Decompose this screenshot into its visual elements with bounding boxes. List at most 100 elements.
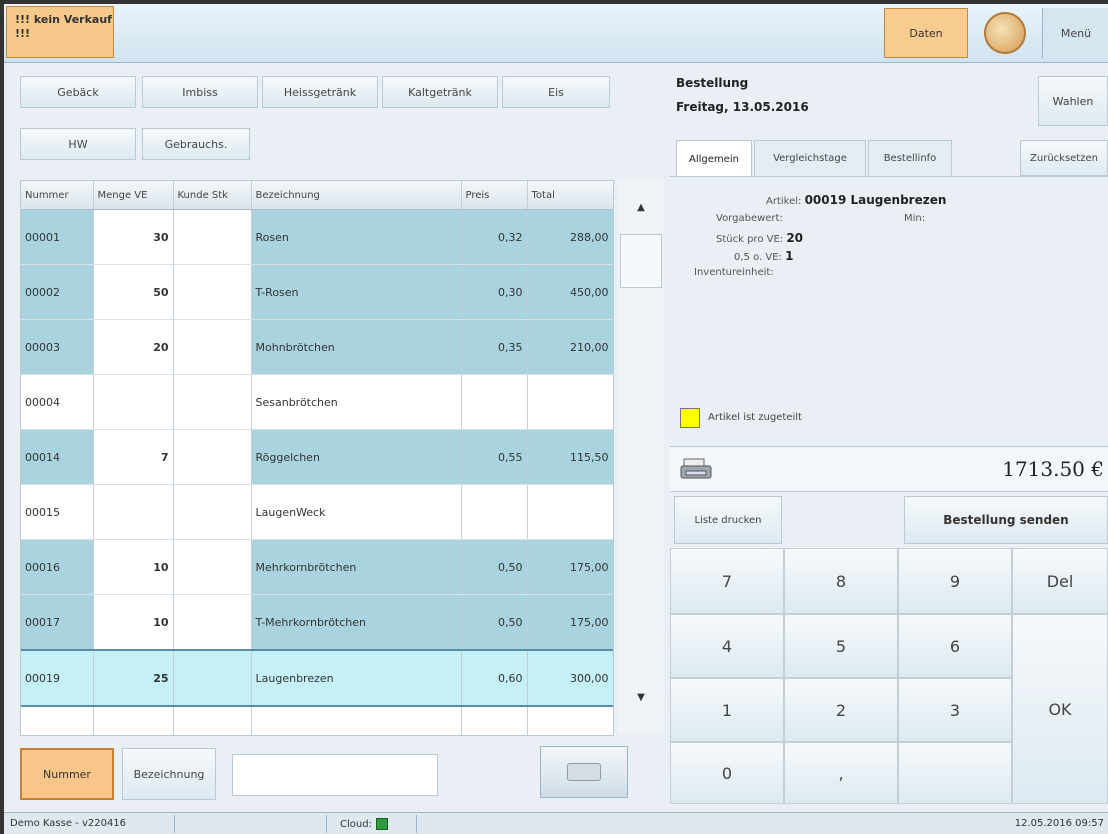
key-0[interactable]: 0: [670, 742, 784, 804]
cell-bezeichnung: [251, 706, 462, 735]
cell-menge-ve[interactable]: 25: [93, 649, 174, 707]
category-gebaeck-button[interactable]: Gebäck: [20, 76, 136, 108]
table-row[interactable]: 00016 10 Mehrkornbrötchen 0,50 175,00: [21, 539, 613, 595]
category-heissgetraenk-button[interactable]: Heissgetränk: [262, 76, 378, 108]
cell-total: 300,00: [527, 649, 613, 707]
scroll-down-icon[interactable]: ▼: [618, 692, 664, 703]
cell-total: 175,00: [527, 539, 613, 595]
cell-menge-ve[interactable]: 7: [93, 429, 174, 485]
order-pane: Bestellung Freitag, 13.05.2016 Wahlen Al…: [670, 70, 1108, 804]
cell-kunde-stk[interactable]: [173, 264, 252, 320]
daten-button[interactable]: Daten: [884, 8, 968, 58]
cell-kunde-stk[interactable]: [173, 649, 252, 707]
col-menge-ve[interactable]: Menge VE: [93, 181, 174, 210]
table-row[interactable]: 00014 7 Röggelchen 0,55 115,50: [21, 429, 613, 485]
key-8[interactable]: 8: [784, 548, 898, 614]
key-5[interactable]: 5: [784, 614, 898, 678]
table-row[interactable]: 00015 LaugenWeck: [21, 484, 613, 540]
cell-menge-ve[interactable]: 50: [93, 264, 174, 320]
tab-allgemein[interactable]: Allgemein: [676, 140, 752, 178]
stueck-line: Stück pro VE: 20: [716, 231, 803, 245]
cell-menge-ve[interactable]: 30: [93, 209, 174, 265]
search-input[interactable]: [232, 754, 438, 796]
key-del[interactable]: Del: [1012, 548, 1108, 614]
category-imbiss-button[interactable]: Imbiss: [142, 76, 258, 108]
table-row[interactable]: 00019 25 Laugenbrezen 0,60 300,00: [21, 649, 613, 707]
wahlen-button[interactable]: Wahlen: [1038, 76, 1108, 126]
cell-menge-ve[interactable]: 10: [93, 539, 174, 595]
clock-button[interactable]: [970, 8, 1040, 58]
cell-total: [527, 706, 613, 735]
col-kunde-stk[interactable]: Kunde Stk: [173, 181, 252, 210]
category-gebrauchs-button[interactable]: Gebrauchs.: [142, 128, 250, 160]
table-row[interactable]: 00017 10 T-Mehrkornbrötchen 0,50 175,00: [21, 594, 613, 651]
table-row[interactable]: 00003 20 Mohnbrötchen 0,35 210,00: [21, 319, 613, 375]
key-7[interactable]: 7: [670, 548, 784, 614]
cell-menge-ve[interactable]: [93, 374, 174, 430]
min-label: Min:: [904, 213, 926, 224]
order-date: Freitag, 13.05.2016: [676, 100, 809, 114]
key-6[interactable]: 6: [898, 614, 1012, 678]
col-nummer[interactable]: Nummer: [21, 181, 94, 210]
category-eis-button[interactable]: Eis: [502, 76, 610, 108]
scroll-up-icon[interactable]: ▲: [618, 202, 664, 213]
cell-menge-ve[interactable]: [93, 706, 174, 735]
status-separator: [326, 815, 327, 833]
search-by-bezeichnung-button[interactable]: Bezeichnung: [122, 748, 216, 800]
cell-preis: [461, 484, 528, 540]
key-decimal[interactable]: ,: [784, 742, 898, 804]
cell-menge-ve[interactable]: [93, 484, 174, 540]
cell-nummer: 00014: [21, 429, 94, 485]
bestellung-senden-button[interactable]: Bestellung senden: [904, 496, 1108, 544]
cell-kunde-stk[interactable]: [173, 594, 252, 651]
cell-kunde-stk[interactable]: [173, 539, 252, 595]
cell-kunde-stk[interactable]: [173, 209, 252, 265]
liste-drucken-button[interactable]: Liste drucken: [674, 496, 782, 544]
tab-vergleichstage[interactable]: Vergleichstage: [754, 140, 866, 176]
key-9[interactable]: 9: [898, 548, 1012, 614]
zuruecksetzen-button[interactable]: Zurücksetzen: [1020, 140, 1108, 176]
key-1[interactable]: 1: [670, 678, 784, 742]
status-separator: [416, 815, 417, 833]
cell-kunde-stk[interactable]: [173, 429, 252, 485]
artikel-label: Artikel:: [766, 196, 802, 207]
table-row[interactable]: 00001 30 Rosen 0,32 288,00: [21, 209, 613, 265]
cell-menge-ve[interactable]: 10: [93, 594, 174, 651]
article-table: Nummer Menge VE Kunde Stk Bezeichnung Pr…: [20, 180, 614, 736]
cell-kunde-stk[interactable]: [173, 484, 252, 540]
category-kaltgetraenk-button[interactable]: Kaltgetränk: [382, 76, 498, 108]
article-pane: Gebäck Imbiss Heissgetränk Kaltgetränk E…: [14, 70, 664, 804]
table-row[interactable]: 00004 Sesanbrötchen: [21, 374, 613, 430]
col-preis[interactable]: Preis: [461, 181, 528, 210]
keyboard-button[interactable]: [540, 746, 628, 798]
menu-button[interactable]: Menü: [1042, 8, 1108, 58]
stueck-label: Stück pro VE:: [716, 234, 784, 245]
cell-menge-ve[interactable]: 20: [93, 319, 174, 375]
cell-kunde-stk[interactable]: [173, 374, 252, 430]
cell-bezeichnung: T-Mehrkornbrötchen: [251, 594, 462, 651]
key-3[interactable]: 3: [898, 678, 1012, 742]
table-row[interactable]: 00002 50 T-Rosen 0,30 450,00: [21, 264, 613, 320]
table-scrollbar[interactable]: ▲ ▼: [618, 180, 664, 734]
category-hw-button[interactable]: HW: [20, 128, 136, 160]
cell-preis: [461, 706, 528, 735]
key-4[interactable]: 4: [670, 614, 784, 678]
table-row[interactable]: [21, 706, 613, 735]
cell-kunde-stk[interactable]: [173, 706, 252, 735]
top-bar: !!! kein Verkauf !!! Daten Menü: [4, 4, 1108, 63]
search-by-nummer-button[interactable]: Nummer: [20, 748, 114, 800]
kein-verkauf-badge[interactable]: !!! kein Verkauf !!!: [6, 6, 114, 58]
cell-bezeichnung: Mehrkornbrötchen: [251, 539, 462, 595]
col-total[interactable]: Total: [527, 181, 613, 210]
col-bezeichnung[interactable]: Bezeichnung: [251, 181, 462, 210]
cell-kunde-stk[interactable]: [173, 319, 252, 375]
vorgabewert-label: Vorgabewert:: [716, 213, 783, 224]
cell-preis: 0,50: [461, 594, 528, 651]
order-title: Bestellung: [676, 76, 749, 90]
scroll-thumb[interactable]: [620, 234, 662, 288]
cell-bezeichnung: Rosen: [251, 209, 462, 265]
printer-icon[interactable]: [680, 457, 714, 481]
tab-bestellinfo[interactable]: Bestellinfo: [868, 140, 952, 176]
key-2[interactable]: 2: [784, 678, 898, 742]
key-ok[interactable]: OK: [1012, 614, 1108, 804]
